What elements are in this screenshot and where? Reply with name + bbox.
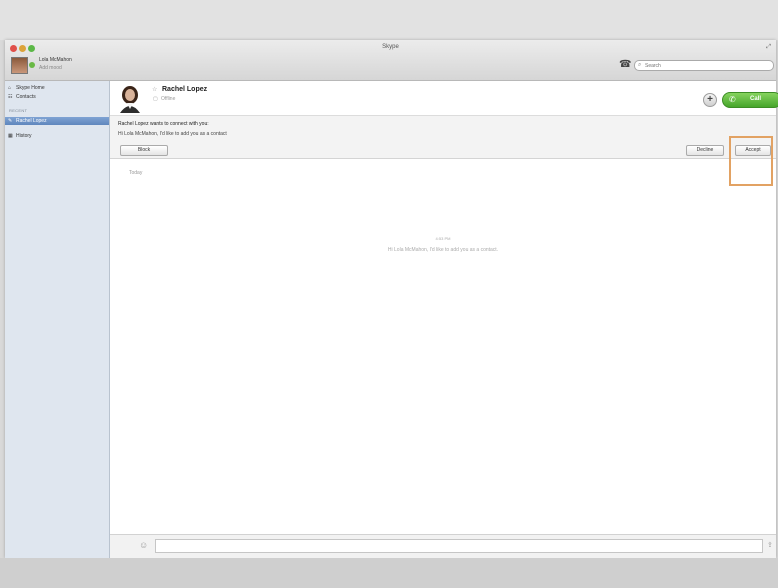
favorite-star-icon[interactable]: ☆ bbox=[152, 86, 157, 93]
search-box[interactable]: ⌕ bbox=[634, 60, 774, 71]
sidebar-item-contacts[interactable]: ☷ Contacts bbox=[5, 93, 109, 101]
title-bar: Skype ⤢ Lola McMahon Add mood ☎ ⌕ bbox=[5, 40, 776, 81]
sidebar: ⌂ Skype Home ☷ Contacts RECENT ✎ Rachel … bbox=[5, 81, 110, 558]
request-message: Hi Lola McMahon, I'd like to add you as … bbox=[118, 131, 227, 137]
send-file-icon[interactable]: ⇪ bbox=[767, 541, 773, 549]
user-name[interactable]: Lola McMahon bbox=[39, 57, 72, 63]
history-icon: ▦ bbox=[8, 133, 13, 139]
contact-icon: ✎ bbox=[8, 118, 13, 124]
add-participants-button[interactable]: + bbox=[703, 93, 717, 107]
fullscreen-icon[interactable]: ⤢ bbox=[766, 44, 771, 51]
date-divider: Today bbox=[129, 170, 143, 176]
sidebar-item-skype-home[interactable]: ⌂ Skype Home bbox=[5, 84, 109, 92]
window-title: Skype bbox=[382, 44, 399, 50]
conversation-pane: ☆ Rachel Lopez ▢ Offline + ✆ Call Rachel… bbox=[110, 81, 778, 559]
sidebar-item-history[interactable]: ▦ History bbox=[5, 132, 109, 140]
bottom-band bbox=[0, 558, 778, 588]
contact-request-panel: Rachel Lopez wants to connect with you: … bbox=[110, 115, 776, 186]
sidebar-item-label: Rachel Lopez bbox=[16, 118, 47, 124]
user-mood[interactable]: Add mood bbox=[39, 65, 62, 71]
decline-button[interactable]: Decline bbox=[686, 145, 724, 156]
offline-status-icon: ▢ bbox=[153, 96, 158, 102]
accept-highlight-box bbox=[729, 136, 773, 186]
contact-avatar[interactable] bbox=[118, 85, 142, 113]
block-button[interactable]: Block bbox=[120, 145, 168, 156]
contact-status: Offline bbox=[161, 96, 176, 102]
search-input[interactable] bbox=[645, 61, 769, 70]
message-timestamp: 4:53 PM bbox=[435, 236, 451, 241]
call-label: Call bbox=[750, 96, 762, 102]
online-status-icon[interactable] bbox=[29, 62, 35, 68]
home-icon: ⌂ bbox=[8, 85, 12, 91]
dialpad-icon[interactable]: ☎ bbox=[619, 60, 631, 70]
user-avatar[interactable] bbox=[11, 57, 28, 74]
sidebar-item-label: Skype Home bbox=[16, 85, 45, 91]
message-input[interactable] bbox=[155, 539, 763, 553]
emoticon-icon[interactable]: ☺ bbox=[139, 540, 148, 550]
search-icon: ⌕ bbox=[638, 62, 642, 68]
sidebar-item-label: History bbox=[16, 133, 32, 139]
sidebar-item-label: Contacts bbox=[16, 94, 36, 100]
request-title: Rachel Lopez wants to connect with you: bbox=[118, 121, 209, 127]
compose-bar: ☺ ⇪ bbox=[110, 534, 776, 559]
contacts-icon: ☷ bbox=[8, 94, 13, 100]
top-band bbox=[0, 0, 778, 40]
sidebar-item-rachel-lopez[interactable]: ✎ Rachel Lopez bbox=[5, 117, 109, 125]
message-text: Hi Lola McMahon, I'd like to add you as … bbox=[387, 247, 499, 253]
recent-heading: RECENT bbox=[9, 108, 28, 113]
call-button[interactable]: ✆ Call bbox=[722, 92, 778, 108]
skype-window: Skype ⤢ Lola McMahon Add mood ☎ ⌕ ⌂ Skyp… bbox=[5, 40, 778, 559]
phone-icon: ✆ bbox=[729, 95, 736, 104]
contact-name: Rachel Lopez bbox=[162, 86, 208, 93]
